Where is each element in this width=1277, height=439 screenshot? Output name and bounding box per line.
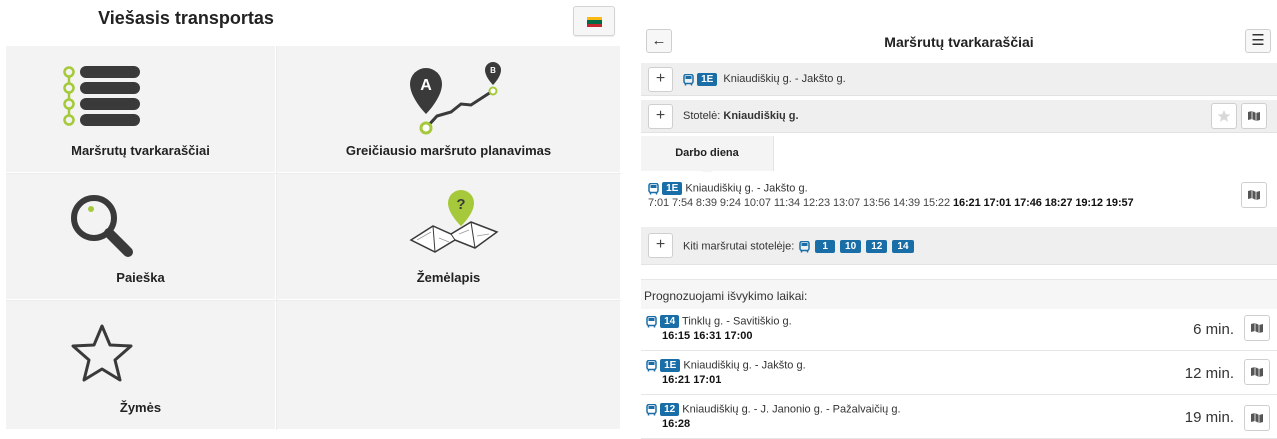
menu-tile-empty [277,301,621,430]
map-icon [1251,413,1263,423]
menu-label-route-planning: Greičiausio maršruto planavimas [345,143,552,158]
arrow-left-icon: ← [651,32,667,49]
route-times-row: 1E Kniaudiškių g. - Jakšto g. 7:01 7:54 … [641,172,1277,220]
menu-tile-schedules[interactable]: Maršrutų tvarkaraščiai [6,46,276,173]
route-name: Kniaudiškių g. - Jakšto g. [723,73,846,86]
menu-tile-search[interactable]: Paieška [6,174,276,300]
other-route-badge[interactable]: 14 [892,240,914,253]
prediction-eta: 6 min. [1193,321,1234,338]
route-name: Tinklų g. - Savitiškio g. [682,315,792,328]
prediction-route: 12 Kniaudiškių g. - J. Janonio g. - Paža… [646,403,901,416]
star-icon [71,324,133,382]
favorite-button[interactable] [1211,103,1237,129]
route-selector: + 1E Kniaudiškių g. - Jakšto g. [641,63,1277,96]
prediction-eta: 12 min. [1184,365,1234,382]
search-icon [71,195,133,257]
expand-other-routes-button[interactable]: + [648,233,673,258]
prediction-times: 16:21 17:01 [662,374,722,386]
prediction-map-button[interactable] [1244,405,1270,431]
prediction-route: 14 Tinklų g. - Savitiškio g. [646,315,792,328]
expand-stop-button[interactable]: + [648,104,673,129]
menu-label-schedules: Maršrutų tvarkaraščiai [71,143,210,158]
tab-workday[interactable]: Darbo diena [641,136,774,171]
map-button[interactable] [1241,103,1267,129]
other-route-badge[interactable]: 1 [815,240,835,253]
app-title: Viešasis transportas [98,8,274,28]
route-name: Kniaudiškių g. - Jakšto g. [683,359,806,372]
map-icon [1248,111,1260,121]
menu-label-search: Paieška [116,270,165,285]
selected-route: 1E Kniaudiškių g. - Jakšto g. [683,73,846,86]
back-button[interactable]: ← [646,29,672,53]
menu-tile-map[interactable]: ? Žemėlapis [277,174,621,300]
stop-selector: + Stotelė: Kniaudiškių g. [641,100,1277,133]
route-badge: 1E [662,182,683,195]
page-title: Maršrutų tvarkaraščiai [884,34,1034,50]
upcoming-times: 16:21 17:01 17:46 18:27 19:12 19:57 [952,197,1134,209]
menu-tile-bookmarks[interactable]: Žymės [6,301,276,430]
prediction-row[interactable]: 1E Kniaudiškių g. - Jakšto g. 16:21 17:0… [641,353,1277,395]
predicted-title: Prognozuojami išvykimo laikai: [644,289,808,303]
prediction-eta: 19 min. [1184,409,1234,426]
route-times-header: 1E Kniaudiškių g. - Jakšto g. [648,182,808,195]
prediction-row[interactable]: 12 Kniaudiškių g. - J. Janonio g. - Paža… [641,397,1277,439]
other-routes: Kiti maršrutai stotelėje: 1 10 12 14 [683,240,914,253]
prediction-map-button[interactable] [1244,315,1270,341]
map-icon [1251,323,1263,333]
schedule-list-icon [63,66,140,126]
map-icon [1251,367,1263,377]
stop-label: Stotelė: [683,110,721,122]
bus-icon [646,359,657,371]
other-route-badge[interactable]: 12 [866,240,888,253]
route-badge: 1E [660,359,681,372]
schedule-panel: ← Maršrutų tvarkaraščiai ☰ + 1E Kniaudiš… [641,0,1277,439]
menu-tile-route-planning[interactable]: B A Greičiausio maršruto planavimas [277,46,621,173]
prediction-times: 16:28 [662,418,691,430]
hamburger-icon: ☰ [1251,32,1265,49]
departure-times: 7:01 7:54 8:39 9:24 10:07 11:34 12:23 13… [648,197,1134,209]
menu-button[interactable]: ☰ [1245,29,1271,53]
predicted-header: Prognozuojami išvykimo laikai: [641,279,1277,309]
route-badge: 14 [660,315,680,328]
past-times: 7:01 7:54 8:39 9:24 10:07 11:34 12:23 13… [648,197,950,209]
svg-text:?: ? [456,196,465,213]
selected-stop: Stotelė: Kniaudiškių g. [683,110,799,122]
route-name: Kniaudiškių g. - J. Janonio g. - Pažalva… [682,403,901,416]
expand-route-button[interactable]: + [648,67,673,92]
bus-icon [683,73,694,85]
prediction-map-button[interactable] [1244,359,1270,385]
route-badge: 1E [697,73,718,86]
route-badge: 12 [660,403,680,416]
star-icon [1217,110,1231,122]
main-menu-panel: Viešasis transportas Maršrutų tvarkarašč… [0,0,621,439]
other-routes-bar: + Kiti maršrutai stotelėje: 1 10 12 14 [641,227,1277,265]
bus-icon [799,240,811,252]
language-button[interactable] [573,6,615,36]
prediction-times: 16:15 16:31 17:00 [662,330,753,342]
menu-label-bookmarks: Žymės [119,400,162,415]
bus-icon [648,182,659,194]
lithuanian-flag-icon [587,17,602,27]
other-route-badge[interactable]: 10 [840,240,862,253]
other-routes-label: Kiti maršrutai stotelėje: [683,240,795,253]
bus-icon [646,315,657,327]
route-name: Kniaudiškių g. - Jakšto g. [685,182,808,195]
prediction-route: 1E Kniaudiškių g. - Jakšto g. [646,359,806,372]
map-icon: ? [409,190,499,253]
menu-label-map: Žemėlapis [416,270,481,285]
svg-text:A: A [420,77,432,94]
route-map-button[interactable] [1241,182,1267,208]
schedule-header: ← Maršrutų tvarkaraščiai ☰ [641,28,1277,60]
prediction-row[interactable]: 14 Tinklų g. - Savitiškio g. 16:15 16:31… [641,309,1277,351]
menu-grid: Maršrutų tvarkaraščiai B A Greičiausio m… [6,46,621,430]
route-planning-icon: B A [410,62,501,135]
map-icon [1248,190,1260,200]
stop-name: Kniaudiškių g. [723,110,799,122]
svg-text:B: B [490,66,496,75]
bus-icon [646,403,657,415]
